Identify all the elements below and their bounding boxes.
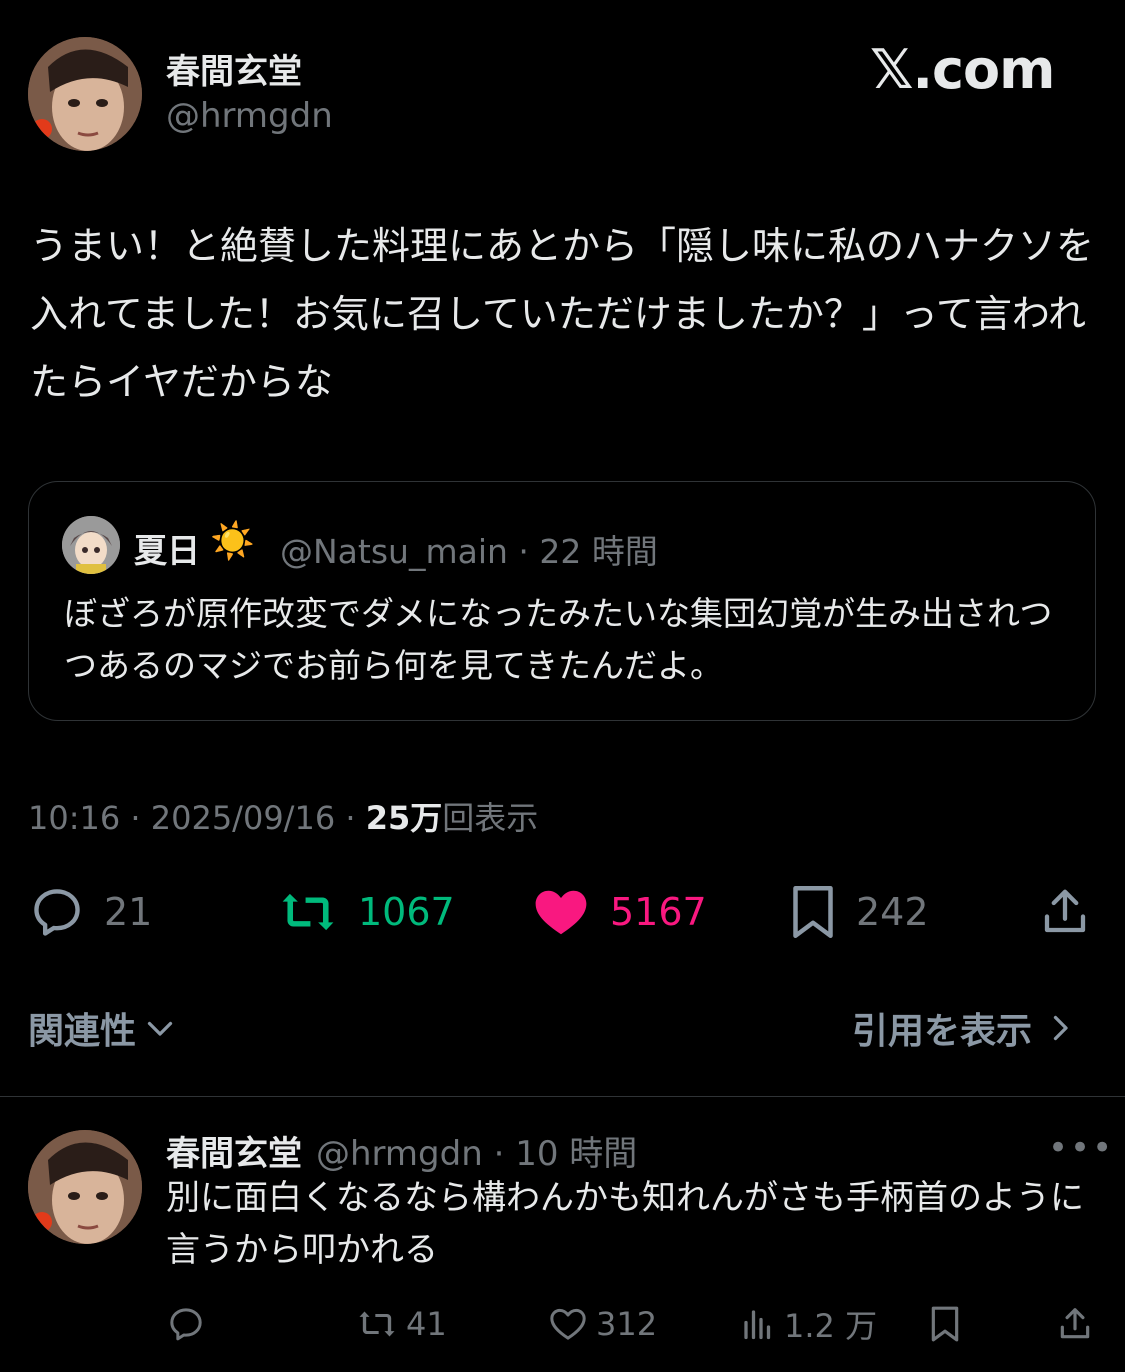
reply-author-name[interactable]: 春間玄堂 — [166, 1126, 302, 1175]
x-logo: 𝕏.com — [870, 38, 1055, 101]
show-quotes-link[interactable]: 引用を表示 — [852, 1002, 1078, 1054]
heart-icon — [550, 1308, 586, 1340]
reply-time[interactable]: 10 時間 — [515, 1126, 637, 1175]
reply-like-count: 312 — [596, 1305, 658, 1343]
quoted-time: 22 時間 — [539, 532, 658, 571]
reply-icon — [34, 889, 80, 936]
reply-count: 21 — [104, 890, 153, 934]
heart-icon — [535, 890, 587, 935]
quoted-author-handle[interactable]: @Natsu_main — [280, 532, 508, 571]
reply-button[interactable]: 21 — [28, 880, 152, 944]
relevance-sort-button[interactable]: 関連性 — [28, 1002, 178, 1054]
tweet-text: うまい！と絶賛した料理にあとから「隠し味に私のハナクソを入れてました！お気に召し… — [30, 224, 1095, 404]
retweet-icon — [282, 893, 334, 931]
quoted-meta: @Natsu_main · 22 時間 — [280, 532, 658, 571]
bookmark-icon — [931, 1306, 959, 1342]
author-avatar[interactable] — [28, 37, 142, 151]
reply-like-button[interactable]: 312 — [548, 1300, 657, 1348]
reply-text: 別に面白くなるなら構わんかも知れんがさも手柄首のように言うから叩かれる — [166, 1178, 1084, 1270]
share-icon — [1060, 1308, 1090, 1339]
bookmark-button[interactable]: 242 — [788, 880, 929, 944]
views-icon — [744, 1310, 771, 1340]
author-handle[interactable]: @hrmgdn — [166, 96, 333, 136]
quoted-author-avatar[interactable] — [62, 516, 120, 574]
reply-views-count: 1.2 万 — [784, 1307, 878, 1345]
sun-icon: ☀️ — [210, 521, 255, 562]
share-icon — [1044, 889, 1086, 933]
tweet-time[interactable]: 10:16 — [28, 799, 120, 837]
author-name[interactable]: 春間玄堂 — [166, 44, 302, 93]
reply-author-handle[interactable]: @hrmgdn — [316, 1134, 483, 1174]
reply-share-button[interactable] — [1056, 1300, 1094, 1348]
quoted-tweet-text: ぼざろが原作改変でダメになったみたいな集団幻覚が生み出されつつあるのマジでお前ら… — [64, 594, 1053, 685]
reply-retweet-count: 41 — [406, 1305, 447, 1343]
divider — [0, 1096, 1125, 1097]
views-count: 25万 — [365, 799, 443, 837]
retweet-count: 1067 — [358, 890, 455, 934]
reply-reply-button[interactable] — [166, 1300, 206, 1348]
chevron-right-icon — [1053, 1015, 1068, 1041]
retweet-icon — [359, 1311, 395, 1337]
reply-bookmark-button[interactable] — [928, 1300, 962, 1348]
quoted-author-name[interactable]: 夏日 — [134, 524, 200, 572]
like-count: 5167 — [610, 890, 707, 934]
chevron-down-icon — [147, 1021, 173, 1036]
bookmark-icon — [793, 886, 833, 938]
retweet-button[interactable]: 1067 — [276, 880, 455, 944]
show-quotes-label: 引用を表示 — [852, 1011, 1033, 1052]
reply-icon — [170, 1308, 202, 1341]
bookmark-count: 242 — [856, 890, 929, 934]
reply-views-button[interactable]: 1.2 万 — [740, 1300, 877, 1348]
like-button[interactable]: 5167 — [530, 880, 707, 944]
reply-author-avatar[interactable] — [28, 1130, 142, 1244]
share-button[interactable] — [1038, 880, 1092, 944]
timestamp-row: 10:16 · 2025/09/16 · 25万回表示 — [28, 799, 539, 837]
reply-separator: · — [482, 1134, 516, 1174]
more-icon[interactable]: ••• — [1048, 1128, 1114, 1168]
tweet-date[interactable]: 2025/09/16 — [151, 799, 335, 837]
reply-retweet-button[interactable]: 41 — [356, 1300, 447, 1348]
views-label: 回表示 — [442, 799, 539, 837]
reply-header: 春間玄堂 @hrmgdn · 10 時間 — [166, 1126, 637, 1175]
relevance-label: 関連性 — [28, 1011, 137, 1052]
